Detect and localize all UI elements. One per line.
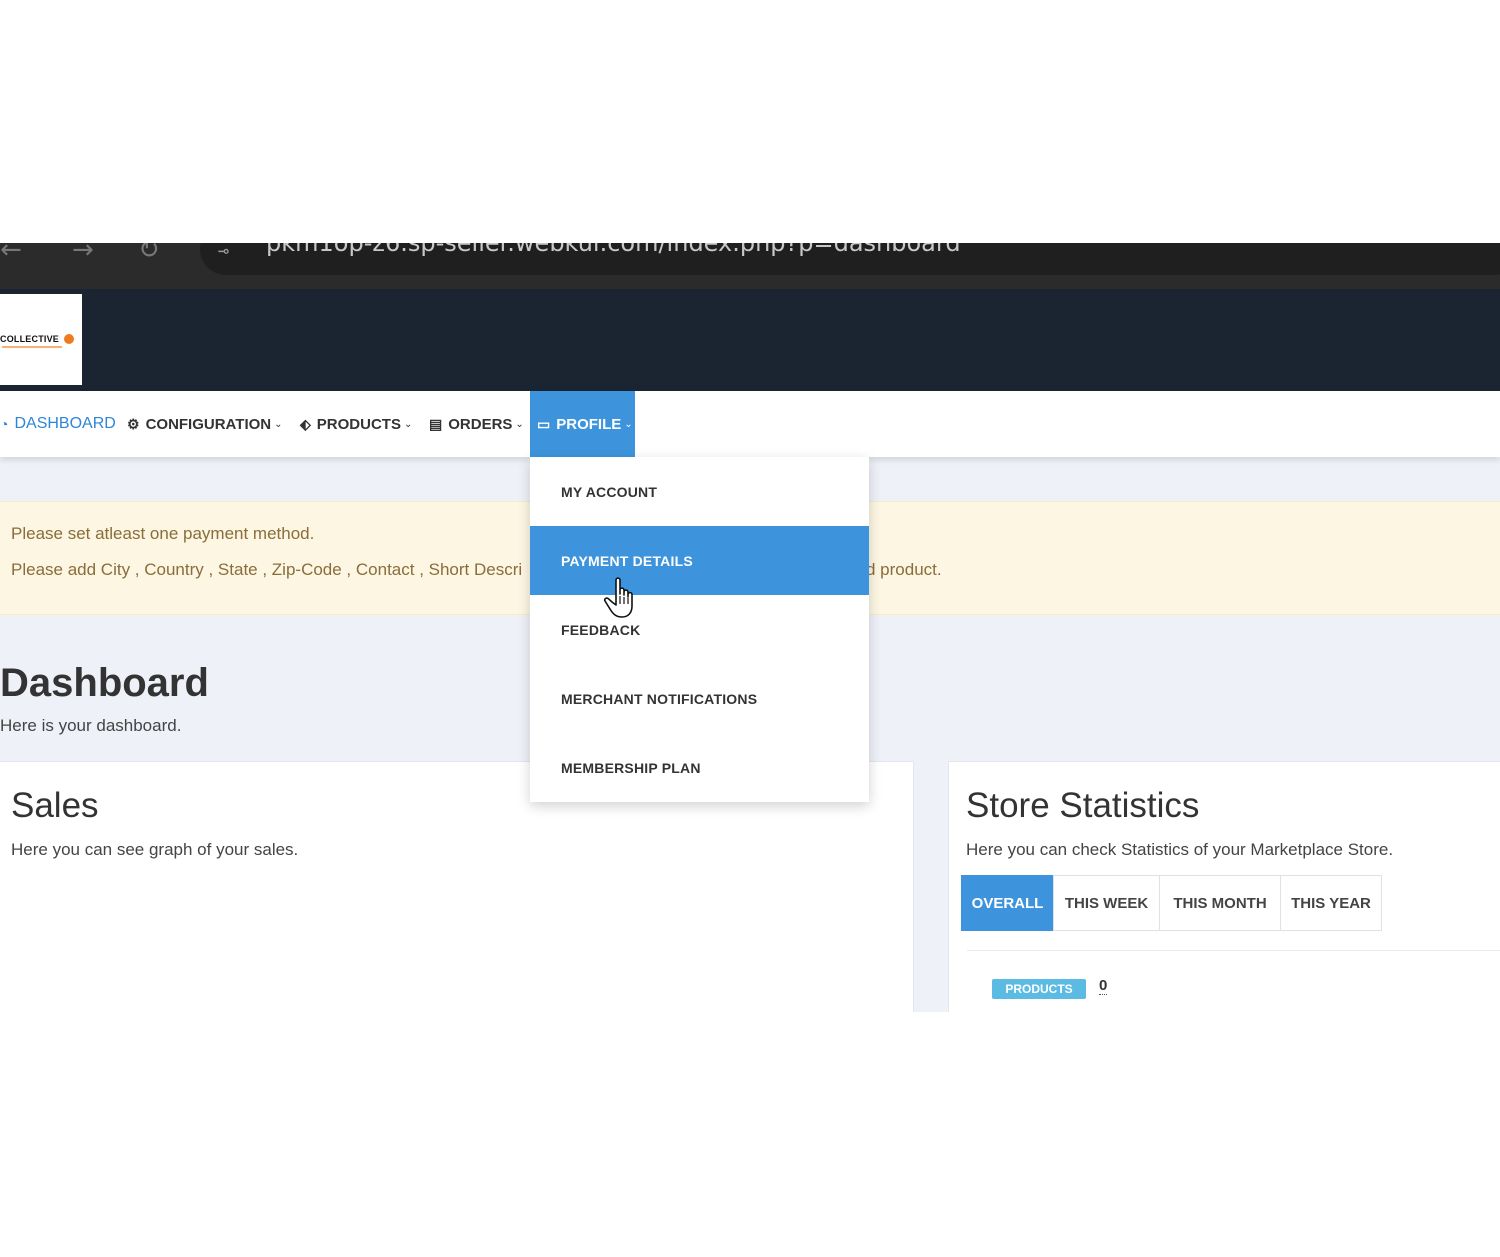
screenshot-frame: ← → ↻ ⊸ pkm1op-z6.sp-seller.webkul.com/i… bbox=[0, 243, 1500, 1012]
tab-this-year[interactable]: THIS YEAR bbox=[1280, 875, 1382, 931]
menu-item-merchant-notifications[interactable]: MERCHANT NOTIFICATIONS bbox=[530, 664, 869, 733]
forward-icon[interactable]: → bbox=[72, 243, 94, 265]
logo-mark-icon bbox=[64, 334, 74, 344]
nav-orders[interactable]: ▤ ORDERS ⌄ bbox=[429, 391, 524, 457]
tag-icon: ⬖ bbox=[300, 415, 311, 432]
dashboard-icon: ◔ bbox=[0, 416, 9, 432]
sales-description: Here you can see graph of your sales. bbox=[11, 840, 299, 859]
products-badge: PRODUCTS bbox=[992, 979, 1086, 999]
nav-dashboard-label: DASHBOARD bbox=[14, 415, 116, 432]
id-card-icon: ▭ bbox=[537, 415, 551, 432]
menu-item-feedback[interactable]: FEEDBACK bbox=[530, 595, 869, 664]
stats-period-tabs: OVERALL THIS WEEK THIS MONTH THIS YEAR bbox=[961, 875, 1382, 931]
tab-this-month[interactable]: THIS MONTH bbox=[1159, 875, 1281, 931]
reload-icon[interactable]: ↻ bbox=[138, 243, 160, 265]
page-subtitle: Here is your dashboard. bbox=[0, 716, 182, 735]
menu-item-my-account[interactable]: MY ACCOUNT bbox=[530, 457, 869, 526]
products-count[interactable]: 0 bbox=[1099, 977, 1108, 995]
store-statistics-card: Store Statistics Here you can check Stat… bbox=[948, 761, 1500, 1012]
chevron-down-icon: ⌄ bbox=[515, 418, 524, 430]
url-text[interactable]: pkm1op-z6.sp-seller.webkul.com/index.php… bbox=[266, 243, 961, 257]
alert-line-2: Please add City , Country , State , Zip-… bbox=[11, 560, 523, 579]
browser-toolbar: ← → ↻ ⊸ pkm1op-z6.sp-seller.webkul.com/i… bbox=[0, 243, 1500, 289]
chevron-down-icon: ⌄ bbox=[624, 418, 633, 430]
store-statistics-title: Store Statistics bbox=[966, 786, 1200, 825]
nav-configuration-label: CONFIGURATION bbox=[145, 415, 272, 433]
clipboard-icon: ▤ bbox=[429, 415, 443, 432]
chevron-down-icon: ⌄ bbox=[274, 418, 283, 430]
alert-line-2-end: d product. bbox=[866, 560, 942, 579]
nav-profile-label: PROFILE bbox=[556, 415, 622, 433]
chevron-down-icon: ⌄ bbox=[403, 418, 413, 430]
tab-overall[interactable]: OVERALL bbox=[961, 875, 1054, 931]
nav-profile[interactable]: ▭ PROFILE ⌄ bbox=[530, 391, 635, 457]
nav-orders-label: ORDERS bbox=[448, 415, 513, 433]
sales-title: Sales bbox=[11, 786, 99, 825]
hand-cursor-icon bbox=[603, 577, 633, 618]
menu-item-membership-plan[interactable]: MEMBERSHIP PLAN bbox=[530, 733, 869, 802]
nav-products-label: PRODUCTS bbox=[316, 415, 401, 433]
site-info-icon[interactable]: ⊸ bbox=[218, 243, 229, 262]
nav-products[interactable]: ⬖ PRODUCTS ⌄ bbox=[300, 391, 412, 457]
page-title: Dashboard bbox=[0, 661, 209, 705]
site-header: COLLECTIVE bbox=[0, 289, 1500, 391]
stats-panel: PRODUCTS 0 bbox=[967, 950, 1500, 1012]
nav-configuration[interactable]: ⚙ CONFIGURATION ⌄ bbox=[127, 391, 283, 457]
menu-item-payment-details[interactable]: PAYMENT DETAILS bbox=[530, 526, 869, 595]
main-nav: ◔ DASHBOARD ⚙ CONFIGURATION ⌄ ⬖ PRODUCTS… bbox=[0, 391, 1500, 457]
tab-this-week[interactable]: THIS WEEK bbox=[1053, 875, 1160, 931]
alert-line-1: Please set atleast one payment method. bbox=[11, 524, 315, 543]
logo[interactable]: COLLECTIVE bbox=[0, 294, 82, 385]
store-statistics-description: Here you can check Statistics of your Ma… bbox=[966, 840, 1394, 859]
gear-icon: ⚙ bbox=[127, 415, 140, 432]
nav-dashboard[interactable]: ◔ DASHBOARD bbox=[0, 391, 116, 457]
logo-underline bbox=[2, 346, 62, 348]
logo-text: COLLECTIVE bbox=[0, 334, 60, 344]
back-icon[interactable]: ← bbox=[0, 243, 22, 265]
profile-dropdown-menu: MY ACCOUNT PAYMENT DETAILS FEEDBACK MERC… bbox=[530, 457, 869, 802]
